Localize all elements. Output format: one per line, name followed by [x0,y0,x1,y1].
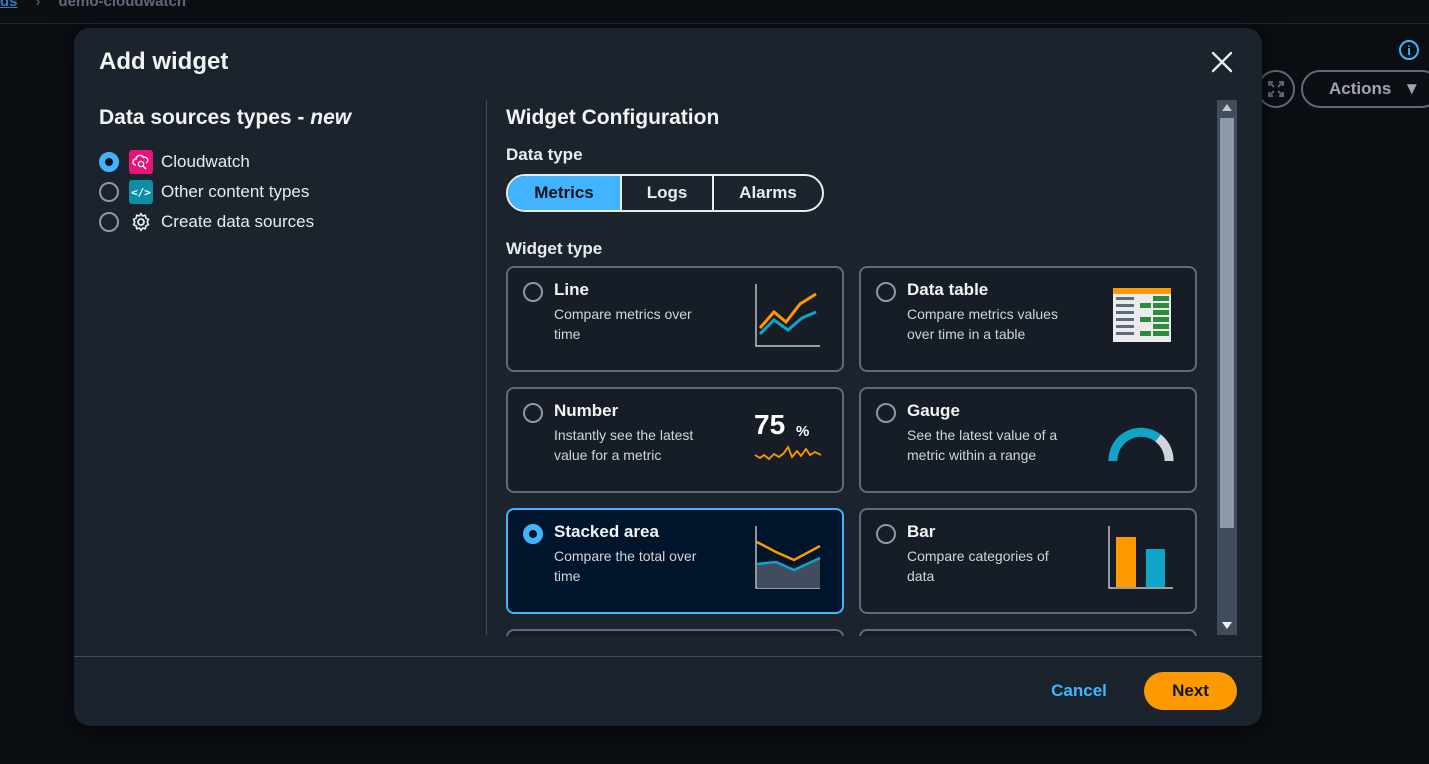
caret-down-icon: ▼ [1403,79,1421,98]
widget-card-title: Data table [907,280,989,299]
scroll-thumb[interactable] [1220,118,1234,528]
radio-button[interactable] [99,152,119,172]
actions-label: Actions [1329,79,1392,98]
widget-card-gauge[interactable]: Gauge See the latest value of a metric w… [859,387,1197,493]
radio-button[interactable] [99,212,119,232]
next-button[interactable]: Next [1144,672,1237,710]
widget-card-data-table[interactable]: Data table Compare metrics values over t… [859,266,1197,372]
widget-card-description: Compare metrics over time [554,306,692,342]
widget-card-bar[interactable]: Bar Compare categories of data [859,508,1197,614]
cloudwatch-icon [129,150,153,174]
data-source-cloudwatch[interactable]: Cloudwatch [99,147,314,177]
widget-type-grid: Line Compare metrics over time Data tabl… [506,266,1198,636]
gear-icon [129,210,153,234]
data-type-segmented-control: Metrics Logs Alarms [506,174,824,212]
widget-card-title: Bar [907,522,936,541]
widget-card-description: Instantly see the latest value for a met… [554,427,694,463]
widget-card-more[interactable] [506,629,844,636]
radio-button[interactable] [99,182,119,202]
widget-config-heading: Widget Configuration [506,106,720,129]
cancel-button[interactable]: Cancel [1038,674,1120,708]
widget-card-title: Stacked area [554,522,659,541]
breadcrumb-separator: › [35,0,41,10]
scroll-down-icon[interactable] [1222,622,1232,629]
widget-card-description: See the latest value of a metric within … [907,427,1058,463]
widget-card-title: Line [554,280,589,299]
actions-dropdown[interactable]: Actions ▼ [1301,70,1429,108]
bar-chart-icon [1108,526,1173,589]
add-widget-modal: Add widget Data sources types - new Clou… [74,28,1262,726]
widget-card-description: Compare metrics values over time in a ta… [907,306,1058,342]
data-table-icon [1113,288,1171,342]
scrollbar[interactable] [1217,100,1237,635]
widget-card-stacked-area[interactable]: Stacked area Compare the total over time [506,508,844,614]
segment-metrics[interactable]: Metrics [508,176,620,210]
radio-button[interactable] [523,524,543,544]
footer-divider [74,656,1262,657]
radio-button[interactable] [876,282,896,302]
breadcrumb-link[interactable]: ds [0,0,18,10]
new-badge: new [310,106,352,129]
data-source-create[interactable]: Create data sources [99,207,314,237]
data-source-list: Cloudwatch </> Other content types Creat… [99,147,314,237]
number-icon: 75 % [754,405,824,469]
widget-card-description: Compare categories of data [907,548,1049,584]
pane-divider [486,100,487,635]
data-sources-heading: Data sources types - new [99,106,351,130]
segment-logs[interactable]: Logs [620,176,712,210]
widget-card-more[interactable] [859,629,1197,636]
fullscreen-button[interactable] [1257,70,1295,108]
modal-title: Add widget [99,48,229,75]
background-header [0,0,1429,24]
line-chart-icon [755,284,820,347]
data-source-label: Cloudwatch [161,152,250,171]
radio-button[interactable] [876,524,896,544]
background-breadcrumb: ds › demo-cloudwatch [0,0,186,10]
sparkline-icon [754,445,822,461]
number-graphic-unit: % [796,423,810,440]
radio-button[interactable] [523,282,543,302]
widget-card-number[interactable]: Number Instantly see the latest value fo… [506,387,844,493]
segment-alarms[interactable]: Alarms [712,176,822,210]
number-graphic-value: 75 [754,409,786,440]
data-source-other-content[interactable]: </> Other content types [99,177,314,207]
breadcrumb-current: demo-cloudwatch [58,0,187,10]
info-icon[interactable]: i [1399,40,1419,60]
close-icon [1211,51,1233,73]
widget-card-description: Compare the total over time [554,548,697,584]
radio-button[interactable] [876,403,896,423]
widget-card-title: Number [554,401,619,420]
widget-type-label: Widget type [506,239,603,258]
data-source-label: Create data sources [161,212,315,231]
expand-icon [1268,81,1284,97]
close-button[interactable] [1208,48,1236,76]
scroll-up-icon[interactable] [1222,104,1232,111]
widget-card-line[interactable]: Line Compare metrics over time [506,266,844,372]
data-source-label: Other content types [161,182,310,201]
widget-card-title: Gauge [907,401,960,420]
stacked-area-icon [755,526,821,589]
code-icon: </> [129,180,153,204]
data-type-label: Data type [506,145,583,164]
gauge-icon [1108,427,1174,462]
radio-button[interactable] [523,403,543,423]
data-sources-heading-text: Data sources types - [99,106,311,129]
